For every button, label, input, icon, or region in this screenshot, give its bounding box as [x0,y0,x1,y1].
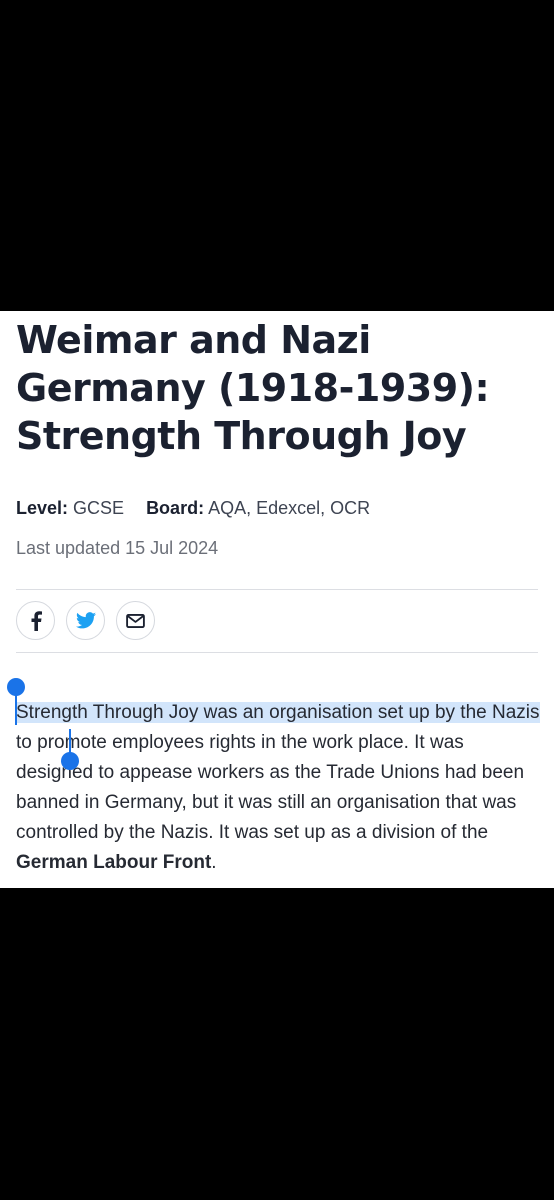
body-text: to promote employees rights in the work … [16,732,525,843]
phone-screen: Weimar and Nazi Germany (1918-1939): Str… [0,0,554,1200]
divider-bottom [16,652,538,653]
board-label: Board: [146,498,205,518]
share-bar [16,601,155,640]
share-twitter-button[interactable] [66,601,105,640]
twitter-icon [75,612,96,629]
selection-start-handle[interactable] [7,678,25,696]
divider-top [16,589,538,590]
german-labour-front-link: German Labour Front [16,852,212,873]
body-end: . [211,852,217,873]
article-body[interactable]: Strength Through Joy was an organisation… [16,698,544,878]
level-label: Level: [16,498,69,518]
board-value: AQA, Edexcel, OCR [208,498,371,518]
article-page: Weimar and Nazi Germany (1918-1939): Str… [0,311,554,888]
level-value: GCSE [73,498,125,518]
last-updated: Last updated 15 Jul 2024 [16,538,219,558]
facebook-icon [31,610,42,631]
selection-start-cursor [15,695,17,725]
article-meta: Level: GCSE Board: AQA, Edexcel, OCR [16,496,370,520]
share-email-button[interactable] [116,601,155,640]
selection-end-handle[interactable] [61,752,79,770]
email-icon [126,613,145,628]
share-facebook-button[interactable] [16,601,55,640]
page-title: Weimar and Nazi Germany (1918-1939): Str… [16,318,490,458]
text-selection[interactable]: Strength Through Joy was an organisation… [16,702,540,723]
